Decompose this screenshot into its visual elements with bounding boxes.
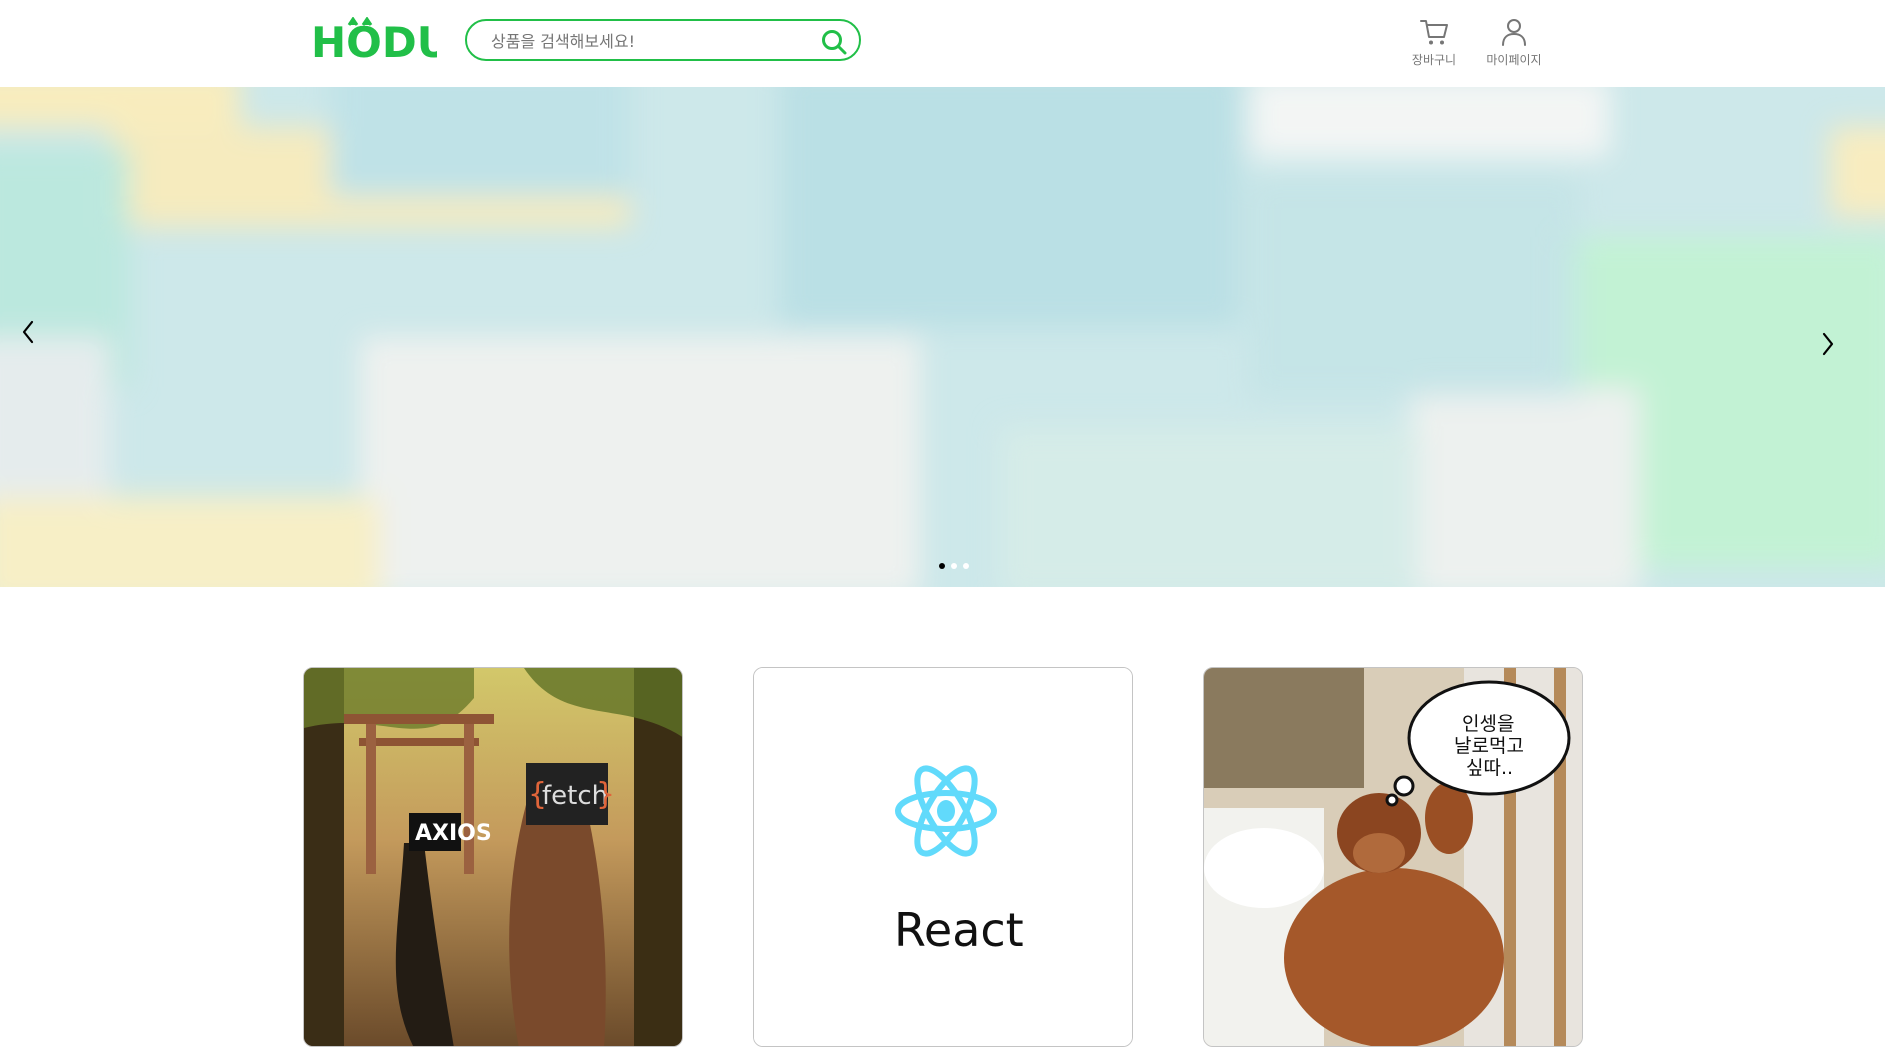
search-icon[interactable] xyxy=(821,29,847,55)
mypage-button[interactable]: 마이페이지 xyxy=(1482,16,1546,70)
product-card[interactable]: AXIOS fetch { } xyxy=(303,667,683,1047)
bubble-line-1: 인셍을 xyxy=(1462,713,1514,735)
site-header: HODU 장바구니 마이페이지 xyxy=(0,0,1885,87)
axios-text: AXIOS xyxy=(415,821,492,846)
react-text: React xyxy=(894,903,1024,957)
bubble-line-3: 싶따.. xyxy=(1466,757,1513,779)
chevron-left-icon[interactable] xyxy=(12,312,42,352)
product-card[interactable]: 인셍을 날로먹고 싶따.. xyxy=(1203,667,1583,1047)
product-image-axios-fetch: AXIOS fetch { } xyxy=(304,668,682,1046)
product-image-react: React xyxy=(754,668,1132,1046)
carousel-indicator xyxy=(939,554,975,569)
search-bar xyxy=(465,19,861,61)
carousel-dot[interactable] xyxy=(963,563,969,569)
product-image-orangutan-meme: 인셍을 날로먹고 싶따.. xyxy=(1204,668,1582,1046)
product-card[interactable]: React xyxy=(753,667,1133,1047)
logo-text: HODU xyxy=(311,18,437,61)
search-input[interactable] xyxy=(489,29,813,53)
svg-text:}: } xyxy=(596,777,615,812)
hero-banner-carousel xyxy=(0,87,1885,587)
carousel-dot[interactable] xyxy=(939,563,945,569)
user-icon xyxy=(1502,19,1526,46)
cart-button[interactable]: 장바구니 xyxy=(1402,16,1466,70)
svg-text:{: { xyxy=(528,777,547,812)
cart-label: 장바구니 xyxy=(1411,53,1457,67)
hodu-logo[interactable]: HODU xyxy=(309,17,437,61)
chevron-right-icon[interactable] xyxy=(1814,324,1844,364)
bubble-line-2: 날로먹고 xyxy=(1454,735,1524,757)
carousel-dot[interactable] xyxy=(951,563,957,569)
shopping-cart-icon xyxy=(1420,20,1448,45)
watercolor-banner-image xyxy=(0,87,1885,587)
mypage-label: 마이페이지 xyxy=(1486,53,1542,67)
